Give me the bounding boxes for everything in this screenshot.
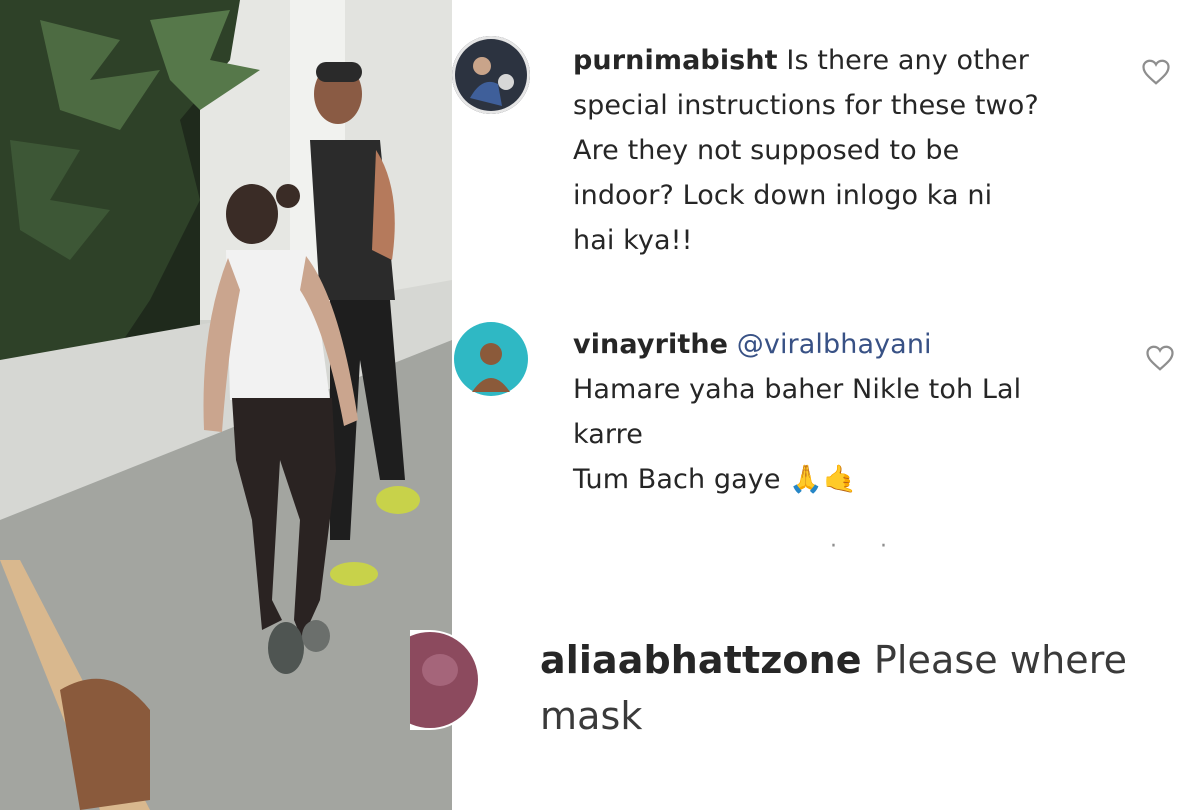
video-still <box>0 0 452 810</box>
comment-line: Hamare yaha baher Nikle toh Lal <box>573 374 1022 405</box>
comment-line: karre <box>573 419 643 450</box>
comment-line: indoor? Lock down inlogo ka ni <box>573 180 993 211</box>
comment-line: Tum Bach gaye <box>573 464 781 495</box>
more-comments-dots: · · <box>830 534 905 559</box>
comment-username[interactable]: vinayrithe <box>573 329 728 360</box>
comment-line: Is there any other <box>786 45 1029 76</box>
comment-line: Please where <box>873 638 1128 682</box>
comment-mention-link[interactable]: @viralbhayani <box>737 329 932 360</box>
avatar[interactable] <box>410 630 480 730</box>
heart-icon[interactable] <box>1145 344 1175 372</box>
comment-line: mask <box>540 694 643 738</box>
avatar[interactable] <box>452 320 530 398</box>
call-me-hand-emoji: 🤙 <box>822 464 857 495</box>
folded-hands-emoji: 🙏 <box>789 464 823 495</box>
comment-line: special instructions for these two? <box>573 90 1039 121</box>
heart-icon[interactable] <box>1141 58 1171 86</box>
comment-username[interactable]: purnimabisht <box>573 45 778 76</box>
comment-text: aliaabhattzone Please where mask <box>540 632 1190 744</box>
comment-username[interactable]: aliaabhattzone <box>540 638 862 682</box>
comment-text: vinayrithe @viralbhayani Hamare yaha bah… <box>573 322 1113 502</box>
comment-line: Are they not supposed to be <box>573 135 960 166</box>
comment-text: purnimabisht Is there any other special … <box>573 38 1113 263</box>
avatar[interactable] <box>452 36 530 114</box>
comment-line: hai kya!! <box>573 225 693 256</box>
